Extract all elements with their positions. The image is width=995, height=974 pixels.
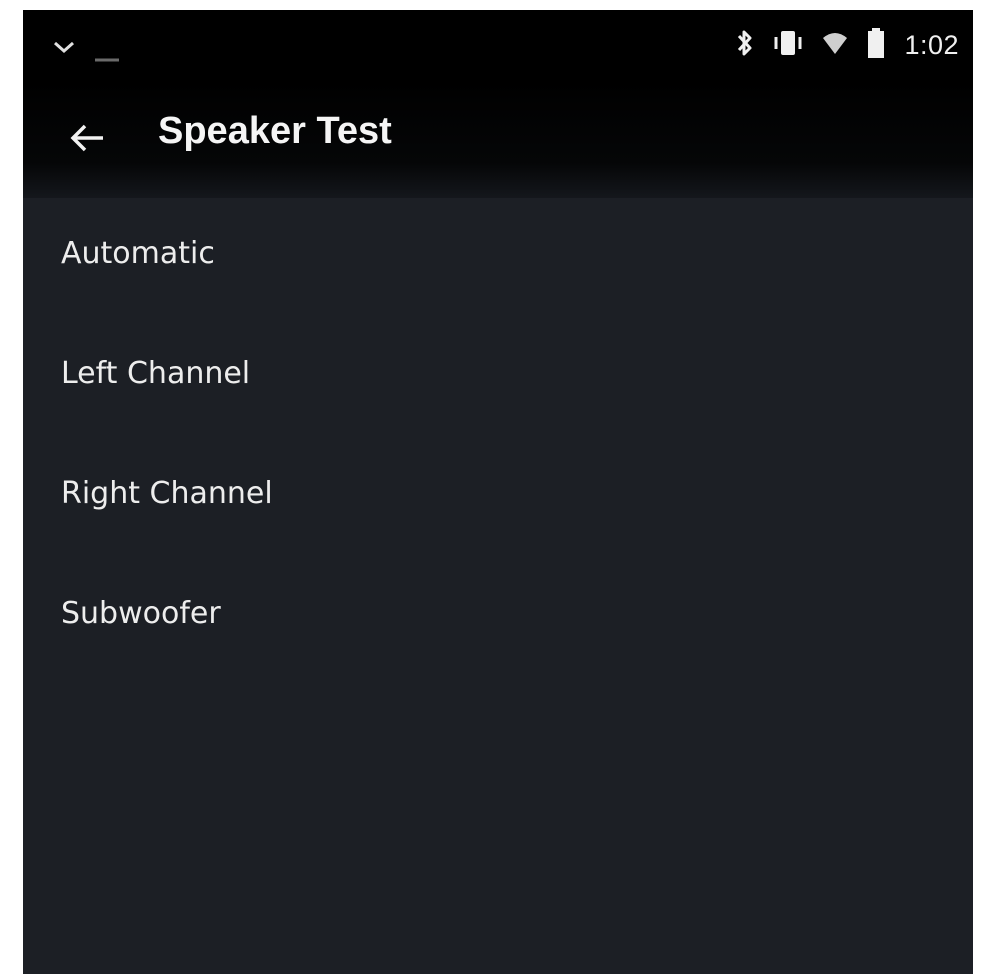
notification-chevron-icon [53,40,75,59]
wifi-icon [822,30,848,61]
status-right-icons: 1:02 [736,27,959,64]
status-time: 1:02 [904,30,959,60]
app-bar: Speaker Test [23,80,973,198]
option-label: Left Channel [61,356,251,391]
page-title: Speaker Test [158,110,392,152]
vibrate-icon [772,28,804,63]
option-label: Subwoofer [61,596,221,631]
speaker-test-options: Automatic Left Channel Right Channel Sub… [23,198,973,678]
status-bar: 1:02 [23,10,973,80]
option-left-channel[interactable]: Left Channel [23,318,973,438]
option-right-channel[interactable]: Right Channel [23,438,973,558]
phone-screen: 1:02 Speaker Test Automatic Left Channel… [23,10,973,974]
bluetooth-icon [736,28,754,63]
battery-icon [866,27,886,64]
option-automatic[interactable]: Automatic [23,198,973,318]
option-subwoofer[interactable]: Subwoofer [23,558,973,678]
arrow-left-icon [67,124,107,162]
status-left-icons [53,32,121,67]
placeholder-notification-icon [93,32,121,67]
option-label: Automatic [61,236,215,271]
option-label: Right Channel [61,476,273,511]
back-button[interactable] [67,118,107,158]
